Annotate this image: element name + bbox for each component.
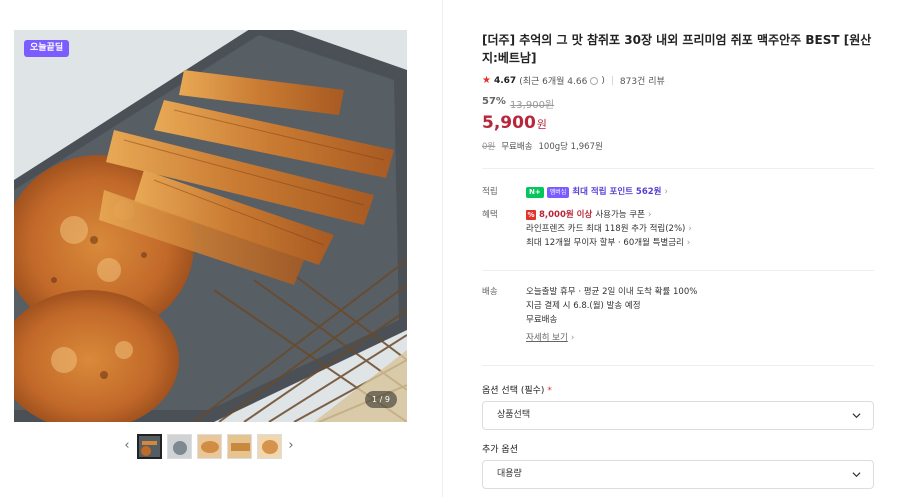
required-option-label: 옵션 선택 (필수) * [482,383,552,396]
chevron-down-icon [852,413,861,419]
thumbnail-2[interactable] [166,433,192,459]
coupon-line[interactable]: % 8,000원 이상 사용가능 쿠폰 › [526,208,871,222]
chevron-right-icon: › [570,333,575,343]
today-deal-badge: 오늘끝딜 [24,40,70,57]
product-main-image[interactable]: 오늘끝딜 1 / 9 [14,30,407,422]
benefits-label: 혜택 [482,210,498,220]
unit-price: 100g당 1,967원 [538,142,603,152]
thumb-next-arrow-icon[interactable]: › [284,432,298,460]
sale-price: 5,900원 [482,113,547,133]
dried-filefish-photo [14,30,407,422]
sale-price-value: 5,900 [482,113,536,133]
product-gallery: 오늘끝딜 1 / 9 ‹ › [0,0,443,497]
delivery-label: 배송 [482,287,498,297]
discount-row: 57% 13,900원 [482,96,554,111]
product-title: [더주] 추억의 그 맛 참쥐포 30장 내외 프리미엄 쥐포 맥주안주 BES… [482,33,872,65]
recent-rating: (최근 6개월 4.66 [519,77,588,87]
delivery-detail-link[interactable]: 자세히 보기 [526,331,568,345]
original-price: 13,900원 [509,100,555,111]
membership-badge: 멤버십 [546,186,570,198]
chevron-right-icon: › [688,224,692,234]
delivery-detail-line[interactable]: 자세히 보기 › [526,331,871,345]
product-info: [더주] 추억의 그 맛 참쥐포 30장 내외 프리미엄 쥐포 맥주안주 BES… [482,0,874,497]
shipping-zero: 0원 [482,142,496,152]
free-shipping-label: 무료배송 [501,142,533,152]
delivery-line-3: 무료배송 [526,315,558,325]
star-icon: ★ [482,75,491,86]
discount-rate: 57% [482,96,506,107]
card-line[interactable]: 라인프렌즈 카드 최대 118원 추가 적립(2%) › [526,222,871,236]
chevron-right-icon: › [686,238,691,248]
coupon-text: 사용가능 쿠폰 [595,210,645,220]
card-text: 라인프렌즈 카드 최대 118원 추가 적립(2%) [526,224,686,234]
delivery-line-2: 지금 결제 시 6.8.(월) 발송 예정 [526,301,641,311]
chevron-down-icon [852,472,861,478]
thumb-prev-arrow-icon[interactable]: ‹ [120,432,134,460]
required-option-text: 옵션 선택 (필수) [482,386,545,396]
coupon-icon: % [526,210,536,220]
required-option-value: 상품선택 [497,410,531,420]
thumbnail-4[interactable] [226,433,252,459]
review-count-link[interactable]: 873건 리뷰 [620,74,665,87]
shipping-row: 0원 무료배송 100g당 1,967원 [482,140,603,152]
required-option-select[interactable]: 상품선택 [482,401,874,430]
rating-score: 4.67 [493,75,517,86]
extra-option-value: 대용량 [497,469,522,479]
delivery-line-1: 오늘출발 휴무 · 평균 2일 이내 도착 확률 100% [526,287,698,297]
installment-line[interactable]: 최대 12개월 무이자 할부 · 60개월 특별금리 › [526,236,871,250]
thumbnail-3[interactable] [196,433,222,459]
product-page: 오늘끝딜 1 / 9 ‹ › [더주] 추억의 그 맛 참쥐포 30장 내외 프… [0,0,900,497]
required-mark: * [547,386,552,396]
thumbnail-5[interactable] [256,433,282,459]
chevron-right-icon: › [647,210,652,220]
extra-option-select[interactable]: 대용량 [482,460,874,489]
extra-option-label: 추가 옵션 [482,445,518,455]
thumbnail-1[interactable] [136,433,162,459]
info-icon[interactable] [590,76,599,85]
max-points-text: 최대 적립 포인트 562원 [572,187,662,197]
divider [482,365,874,366]
npay-plus-badge: N+ [526,186,544,198]
coupon-amount: 8,000원 이상 [539,210,593,220]
chevron-right-icon: › [664,187,668,197]
separator: | [610,75,614,86]
points-label: 적립 [482,187,498,197]
sale-price-unit: 원 [536,118,547,131]
divider [482,270,874,271]
points-line[interactable]: N+ 멤버십 최대 적립 포인트 562원 › [526,185,871,199]
recent-rating-close: ) [601,75,605,86]
image-counter: 1 / 9 [365,391,397,408]
installment-text: 최대 12개월 무이자 할부 · 60개월 특별금리 [526,238,684,248]
divider [482,168,874,169]
rating-row: ★ 4.67 (최근 6개월 4.66 ) | 873건 리뷰 [482,74,665,87]
thumbnail-strip: ‹ › [120,432,298,460]
